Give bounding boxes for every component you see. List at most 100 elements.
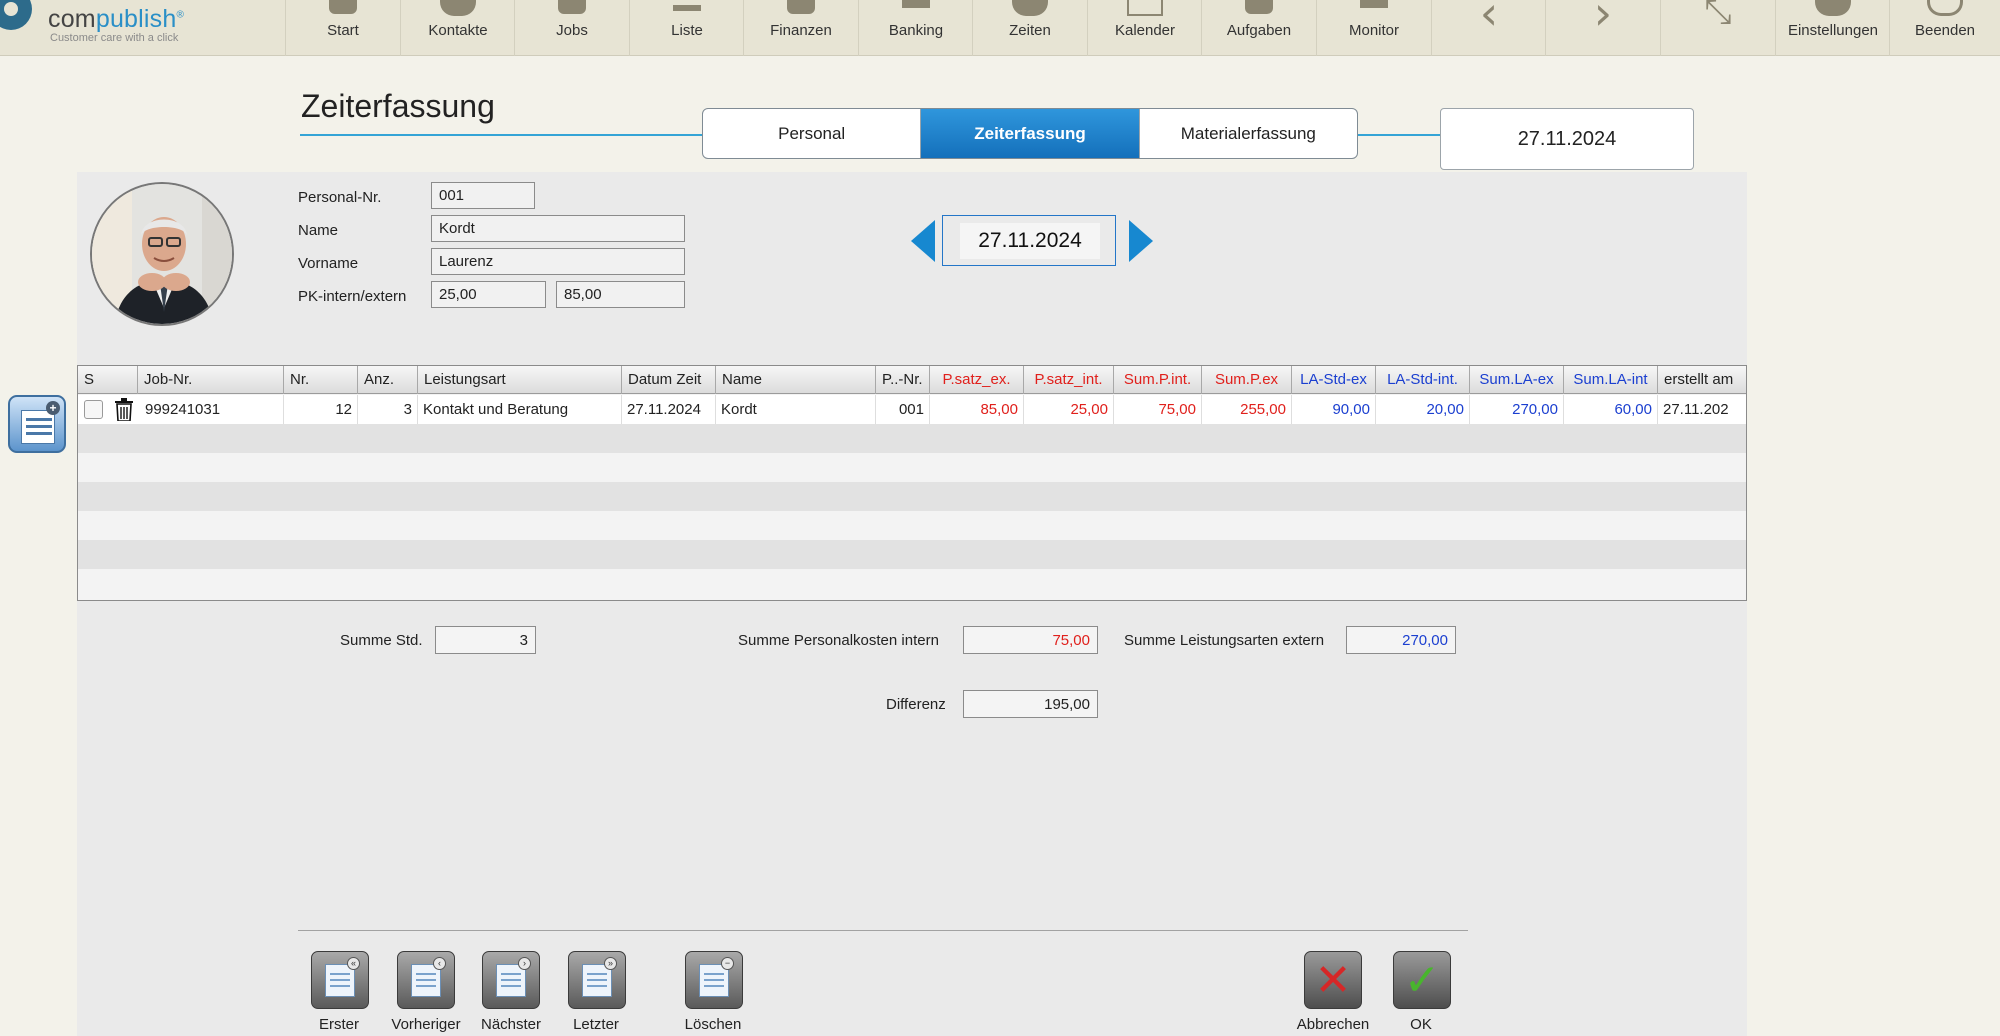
- col-anz[interactable]: Anz.: [358, 366, 418, 394]
- tab-zeiterfassung[interactable]: Zeiterfassung: [921, 109, 1140, 158]
- col-job-nr[interactable]: Job-Nr.: [138, 366, 284, 394]
- nav-zeiten[interactable]: Zeiten: [972, 0, 1087, 56]
- first-record-label: Erster: [318, 1016, 359, 1033]
- chevron-left-icon: ‹: [1479, 0, 1499, 40]
- list-icon: [673, 5, 701, 11]
- date-prev-button[interactable]: [911, 220, 935, 262]
- col-psatz-ex[interactable]: P.satz_ex.: [930, 366, 1024, 394]
- row-select-checkbox[interactable]: [84, 400, 103, 419]
- summe-personalkosten-field: 75,00: [963, 626, 1098, 654]
- summe-leistungsarten-label: Summe Leistungsarten extern: [1124, 632, 1325, 649]
- last-record-label: Letzter: [573, 1016, 619, 1033]
- col-la-std-ex[interactable]: LA-Std-ex: [1292, 366, 1376, 394]
- delete-record-button[interactable]: −: [685, 951, 743, 1009]
- col-s[interactable]: S: [78, 366, 138, 394]
- name-field[interactable]: [431, 215, 685, 242]
- nav-kontakte[interactable]: Kontakte: [400, 0, 515, 56]
- date-nav-value[interactable]: 27.11.2024: [960, 223, 1100, 259]
- cell-anz: 3: [358, 395, 418, 424]
- tab-materialerfassung[interactable]: Materialerfassung: [1140, 109, 1357, 158]
- pk-extern-field[interactable]: [556, 281, 685, 308]
- col-name[interactable]: Name: [716, 366, 876, 394]
- nav-collapse[interactable]: ⤡: [1660, 0, 1775, 56]
- delete-record-label: Löschen: [684, 1016, 742, 1033]
- first-record-button[interactable]: «: [311, 951, 369, 1009]
- nav-back[interactable]: ‹: [1431, 0, 1546, 56]
- cell-datum: 27.11.2024: [622, 395, 716, 424]
- col-pnr[interactable]: P..-Nr.: [876, 366, 930, 394]
- table-row[interactable]: 999241031 12 3 Kontakt und Beratung 27.1…: [78, 395, 1746, 424]
- cell-psatz-int: 25,00: [1024, 395, 1114, 424]
- logo: compublish® Customer care with a click: [0, 0, 285, 56]
- tab-personal[interactable]: Personal: [703, 109, 922, 158]
- cell-sum-la-ex: 270,00: [1470, 395, 1564, 424]
- col-sum-la-ex[interactable]: Sum.LA-ex: [1470, 366, 1564, 394]
- cell-pnr: 001: [876, 395, 930, 424]
- header-date: 27.11.2024: [1440, 108, 1694, 170]
- stack-icon: [558, 0, 586, 14]
- nav-start[interactable]: Start: [285, 0, 400, 56]
- date-navigator: 27.11.2024: [942, 215, 1116, 266]
- cancel-label: Abbrechen: [1296, 1016, 1370, 1033]
- col-erstellt-am[interactable]: erstellt am: [1658, 366, 1746, 394]
- table-row-empty: [78, 424, 1746, 453]
- differenz-label: Differenz: [886, 696, 946, 713]
- vorname-label: Vorname: [298, 255, 359, 272]
- power-icon: [1927, 0, 1963, 16]
- summe-std-label: Summe Std.: [340, 632, 423, 649]
- col-nr[interactable]: Nr.: [284, 366, 358, 394]
- cancel-button[interactable]: ✕: [1304, 951, 1362, 1009]
- top-toolbar: compublish® Customer care with a click S…: [0, 0, 2000, 56]
- nav-kalender[interactable]: Kalender: [1087, 0, 1202, 56]
- house-icon: [329, 0, 357, 14]
- table-row-empty: [78, 453, 1746, 482]
- personal-nr-label: Personal-Nr.: [298, 189, 382, 206]
- chevron-right-icon: ›: [1593, 0, 1613, 40]
- new-entry-button[interactable]: +: [8, 395, 66, 453]
- nav-einstellungen[interactable]: Einstellungen: [1775, 0, 1890, 56]
- nav-finanzen[interactable]: Finanzen: [743, 0, 858, 56]
- next-record-button[interactable]: ›: [482, 951, 540, 1009]
- col-psatz-int[interactable]: P.satz_int.: [1024, 366, 1114, 394]
- trash-icon[interactable]: [113, 398, 135, 421]
- col-sum-la-int[interactable]: Sum.LA-int: [1564, 366, 1658, 394]
- pen-icon: [787, 0, 815, 14]
- cell-name: Kordt: [716, 395, 876, 424]
- person-photo: [92, 184, 232, 324]
- nav-banking[interactable]: Banking: [858, 0, 973, 56]
- ok-button[interactable]: ✓: [1393, 951, 1451, 1009]
- col-sum-p-int[interactable]: Sum.P.int.: [1114, 366, 1202, 394]
- person-icon: [440, 0, 476, 16]
- col-sum-p-ex[interactable]: Sum.P.ex: [1202, 366, 1292, 394]
- differenz-field: 195,00: [963, 690, 1098, 718]
- nav-beenden[interactable]: Beenden: [1889, 0, 2000, 56]
- date-next-button[interactable]: [1129, 220, 1153, 262]
- plus-icon: +: [46, 401, 60, 415]
- nav-jobs[interactable]: Jobs: [514, 0, 629, 56]
- cell-psatz-ex: 85,00: [930, 395, 1024, 424]
- pk-intern-field[interactable]: [431, 281, 546, 308]
- cell-nr: 12: [284, 395, 358, 424]
- logo-text: compublish®: [48, 5, 185, 33]
- pk-label: PK-intern/extern: [298, 288, 407, 305]
- table-row-empty: [78, 540, 1746, 569]
- summe-std-field: 3: [435, 626, 536, 654]
- nav-aufgaben[interactable]: Aufgaben: [1201, 0, 1316, 56]
- nav-liste[interactable]: Liste: [629, 0, 744, 56]
- col-datum-zeit[interactable]: Datum Zeit: [622, 366, 716, 394]
- col-la-std-int[interactable]: LA-Std-int.: [1376, 366, 1470, 394]
- col-leistungsart[interactable]: Leistungsart: [418, 366, 622, 394]
- monitor-icon: [902, 0, 930, 8]
- vorname-field[interactable]: [431, 248, 685, 275]
- personal-nr-field[interactable]: [431, 182, 535, 209]
- last-record-button[interactable]: »: [568, 951, 626, 1009]
- nav-monitor[interactable]: Monitor: [1316, 0, 1431, 56]
- cell-leistungsart: Kontakt und Beratung: [418, 395, 622, 424]
- cell-sum-la-int: 60,00: [1564, 395, 1658, 424]
- clock-icon: [1012, 0, 1048, 16]
- document-icon: [21, 410, 55, 444]
- nav-forward[interactable]: ›: [1545, 0, 1660, 56]
- table-row-empty: [78, 511, 1746, 540]
- summe-personalkosten-label: Summe Personalkosten intern: [738, 632, 939, 649]
- previous-record-button[interactable]: ‹: [397, 951, 455, 1009]
